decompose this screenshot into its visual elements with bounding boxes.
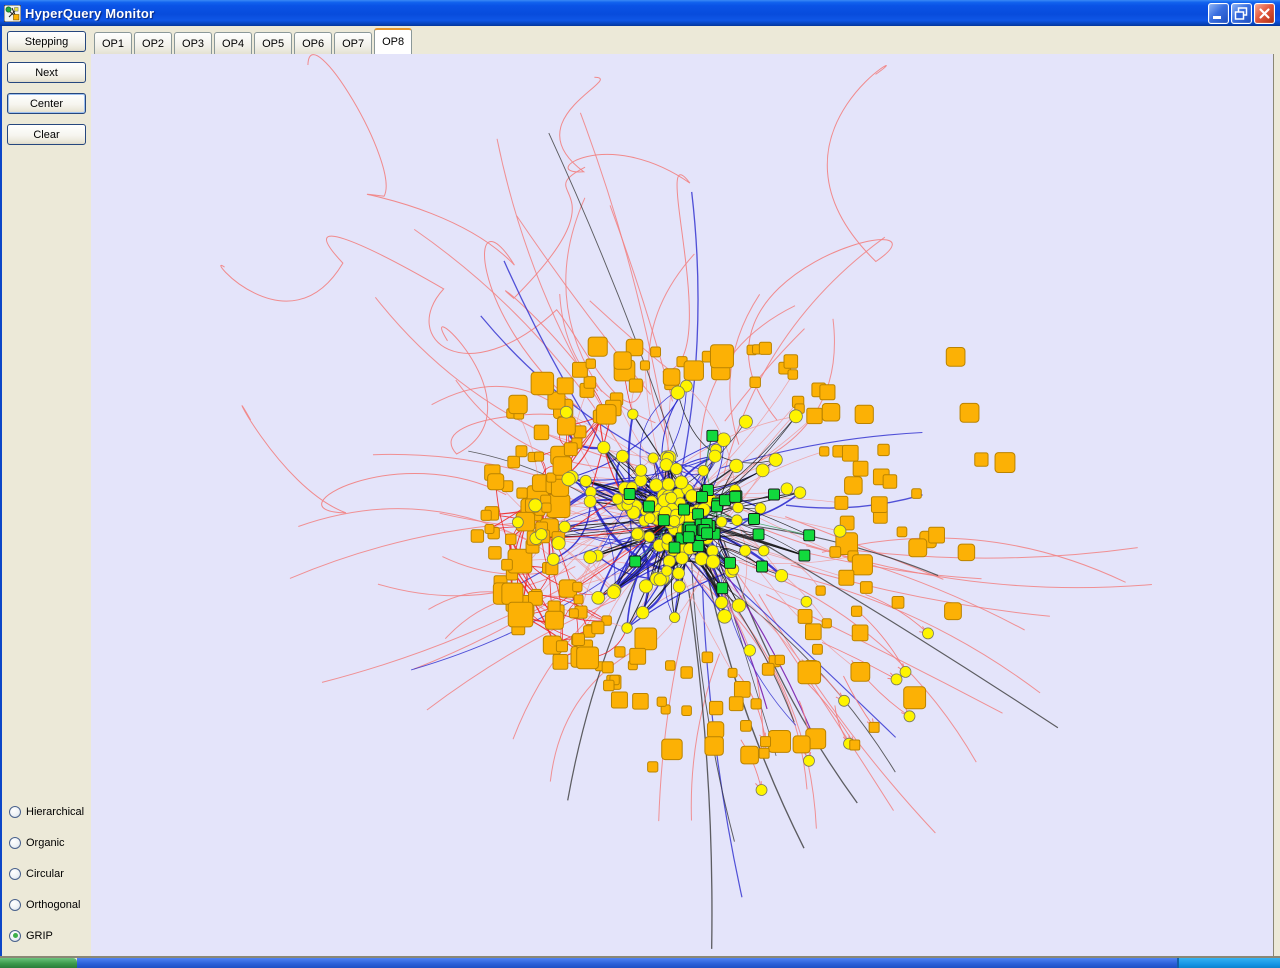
tab-op8[interactable]: OP8 bbox=[374, 28, 412, 54]
radio-hierarchical-label: Hierarchical bbox=[26, 806, 84, 818]
radio-hierarchical-icon[interactable] bbox=[9, 806, 21, 818]
minimize-button[interactable] bbox=[1208, 3, 1229, 24]
titlebar: HyperQuery Monitor bbox=[0, 0, 1280, 26]
tab-op5[interactable]: OP5 bbox=[254, 32, 292, 54]
tab-op3[interactable]: OP3 bbox=[174, 32, 212, 54]
tabstrip: OP1 OP2 OP3 OP4 OP5 OP6 OP7 OP8 bbox=[91, 26, 1274, 54]
tab-op7[interactable]: OP7 bbox=[334, 32, 372, 54]
window-title: HyperQuery Monitor bbox=[25, 6, 1206, 21]
close-icon bbox=[1255, 4, 1274, 23]
content-area: OP1 OP2 OP3 OP4 OP5 OP6 OP7 OP8 bbox=[91, 26, 1280, 956]
start-button[interactable] bbox=[0, 958, 77, 968]
minimize-icon bbox=[1209, 4, 1228, 23]
taskbar-strip bbox=[77, 958, 1177, 968]
clear-button[interactable]: Clear bbox=[7, 124, 86, 145]
graph-canvas[interactable] bbox=[91, 54, 1274, 956]
tab-op1[interactable]: OP1 bbox=[94, 32, 132, 54]
restore-button[interactable] bbox=[1231, 3, 1252, 24]
sidebar: Stepping Next Center Clear Hierarchical … bbox=[2, 26, 91, 956]
radio-organic-icon[interactable] bbox=[9, 837, 21, 849]
layout-option-hierarchical[interactable]: Hierarchical bbox=[9, 796, 84, 827]
radio-grip-icon[interactable] bbox=[9, 930, 21, 942]
layout-option-grip[interactable]: GRIP bbox=[9, 920, 84, 951]
layout-option-circular[interactable]: Circular bbox=[9, 858, 84, 889]
radio-orthogonal-icon[interactable] bbox=[9, 899, 21, 911]
radio-circular-icon[interactable] bbox=[9, 868, 21, 880]
radio-grip-label: GRIP bbox=[26, 930, 53, 942]
radio-circular-label: Circular bbox=[26, 868, 64, 880]
tab-op6[interactable]: OP6 bbox=[294, 32, 332, 54]
graph-app-icon bbox=[4, 5, 21, 22]
toolbar: Stepping Next Center Clear bbox=[2, 26, 91, 145]
close-button[interactable] bbox=[1254, 3, 1275, 24]
radio-orthogonal-label: Orthogonal bbox=[26, 899, 80, 911]
tab-op4[interactable]: OP4 bbox=[214, 32, 252, 54]
center-button[interactable]: Center bbox=[7, 93, 86, 114]
layout-options: Hierarchical Organic Circular Orthogonal… bbox=[9, 796, 84, 951]
layout-option-organic[interactable]: Organic bbox=[9, 827, 84, 858]
stepping-button[interactable]: Stepping bbox=[7, 31, 86, 52]
system-tray bbox=[1177, 958, 1280, 968]
restore-icon bbox=[1232, 4, 1251, 23]
graph-visualization[interactable] bbox=[91, 54, 1273, 956]
next-button[interactable]: Next bbox=[7, 62, 86, 83]
radio-organic-label: Organic bbox=[26, 837, 65, 849]
layout-option-orthogonal[interactable]: Orthogonal bbox=[9, 889, 84, 920]
tab-op2[interactable]: OP2 bbox=[134, 32, 172, 54]
taskbar bbox=[0, 958, 1280, 968]
main-area: Stepping Next Center Clear Hierarchical … bbox=[0, 26, 1280, 956]
